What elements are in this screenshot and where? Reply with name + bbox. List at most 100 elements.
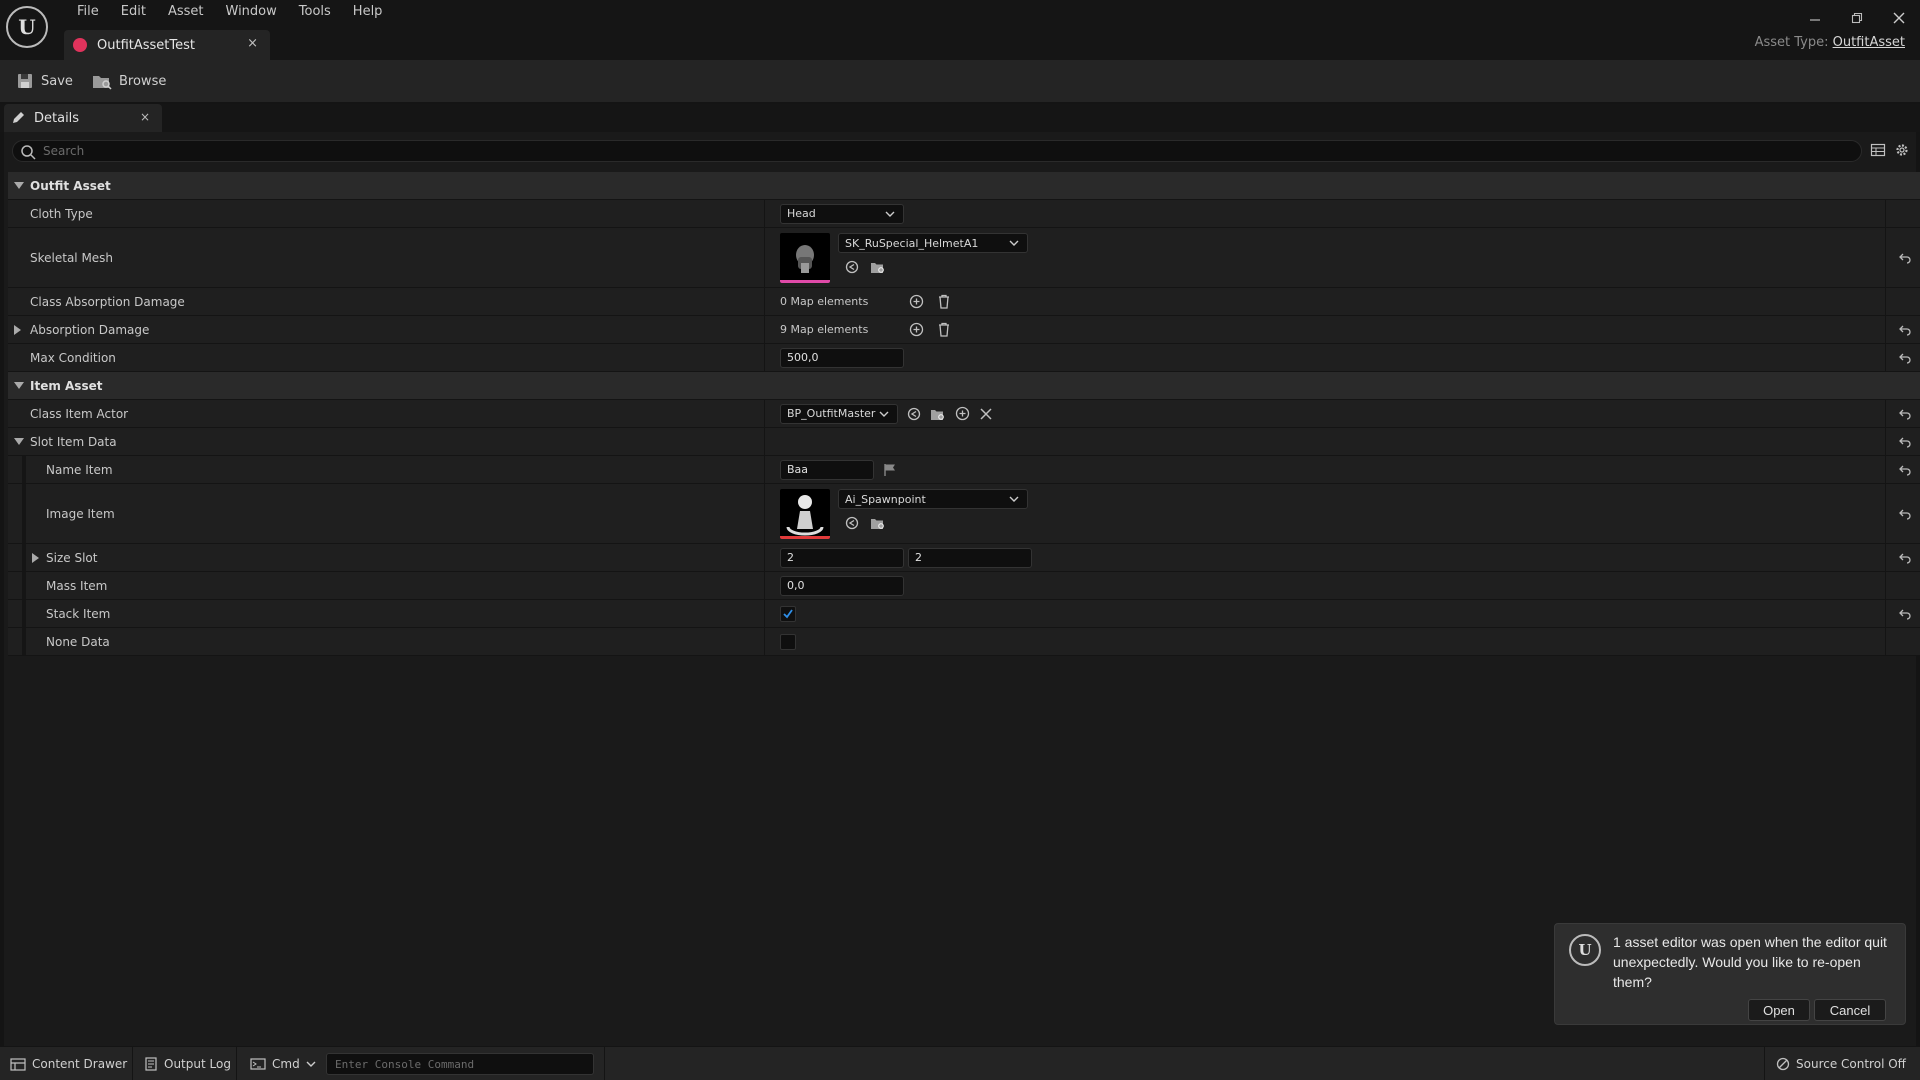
expand-arrow-icon[interactable] xyxy=(14,325,21,335)
use-selected-button[interactable] xyxy=(844,259,860,275)
use-selected-button[interactable] xyxy=(906,406,922,422)
size-slot-x-input[interactable]: 2 xyxy=(780,547,904,568)
empty-map-button[interactable] xyxy=(936,322,952,338)
console-command-field xyxy=(326,1053,594,1075)
category-item-asset[interactable]: Item Asset xyxy=(8,372,1920,400)
crash-recovery-notification: U 1 asset editor was open when the edito… xyxy=(1554,923,1906,1025)
use-selected-icon xyxy=(845,516,859,530)
browse-asset-button[interactable] xyxy=(870,515,886,531)
size-slot-y-input[interactable]: 2 xyxy=(908,547,1032,568)
reset-to-default-icon[interactable] xyxy=(1898,608,1912,620)
restore-button[interactable] xyxy=(1843,8,1871,28)
close-icon xyxy=(1893,12,1905,24)
chevron-down-icon xyxy=(885,211,895,217)
menu-tools[interactable]: Tools xyxy=(288,4,342,22)
console-input[interactable] xyxy=(327,1054,593,1074)
new-blueprint-button[interactable] xyxy=(954,406,970,422)
property-label: Slot Item Data xyxy=(30,435,117,449)
property-label: Class Absorption Damage xyxy=(30,295,185,309)
reset-to-default-icon[interactable] xyxy=(1898,408,1912,420)
output-log-button[interactable]: Output Log xyxy=(144,1047,231,1080)
browse-asset-button[interactable] xyxy=(870,259,886,275)
menu-asset[interactable]: Asset xyxy=(157,4,215,22)
property-none-data: None Data xyxy=(8,628,1920,656)
property-matrix-button[interactable] xyxy=(1870,142,1888,160)
browse-asset-button[interactable] xyxy=(930,406,946,422)
max-condition-input[interactable]: 500,0 xyxy=(780,347,904,368)
property-slot-item-data: Slot Item Data xyxy=(8,428,1920,456)
image-item-thumbnail[interactable] xyxy=(780,489,830,539)
name-item-input[interactable]: Baa xyxy=(780,459,874,480)
search-input[interactable] xyxy=(43,143,1843,159)
menu-file[interactable]: File xyxy=(66,4,110,22)
use-selected-icon xyxy=(907,407,921,420)
empty-map-button[interactable] xyxy=(936,294,952,310)
property-size-slot: Size Slot 2 2 xyxy=(8,544,1920,572)
property-label: Absorption Damage xyxy=(30,323,150,337)
collapse-arrow-icon[interactable] xyxy=(14,182,24,189)
reset-to-default-icon[interactable] xyxy=(1898,508,1912,520)
tab-details[interactable]: Details × xyxy=(4,104,162,132)
close-window-button[interactable] xyxy=(1885,8,1913,28)
collapse-arrow-icon[interactable] xyxy=(14,382,24,389)
map-count: 9 Map elements xyxy=(780,323,869,336)
minimize-button[interactable] xyxy=(1801,8,1829,28)
asset-type-link[interactable]: OutfitAsset xyxy=(1833,35,1905,50)
skeletal-mesh-thumbnail[interactable] xyxy=(780,233,830,283)
add-element-button[interactable] xyxy=(908,322,924,338)
category-outfit-asset[interactable]: Outfit Asset xyxy=(8,172,1920,200)
cancel-button[interactable]: Cancel xyxy=(1814,999,1886,1021)
mass-item-input[interactable]: 0,0 xyxy=(780,575,904,596)
checkmark-icon xyxy=(783,608,793,618)
browse-button[interactable]: Browse xyxy=(92,70,166,92)
chevron-down-icon xyxy=(1009,240,1019,246)
reset-to-default-icon[interactable] xyxy=(1898,464,1912,476)
localization-flag-button[interactable] xyxy=(882,462,898,478)
source-control-label: Source Control Off xyxy=(1796,1057,1906,1071)
image-item-picker[interactable]: Ai_Spawnpoint xyxy=(838,489,1028,509)
add-element-button[interactable] xyxy=(908,294,924,310)
expand-arrow-icon[interactable] xyxy=(32,553,39,563)
add-circle-icon xyxy=(909,294,923,309)
browse-folder-icon xyxy=(871,519,884,529)
none-data-checkbox[interactable] xyxy=(780,633,796,650)
tab-outfit-asset-test[interactable]: OutfitAssetTest × xyxy=(64,30,270,60)
clear-button[interactable] xyxy=(978,406,994,422)
save-button[interactable]: Save xyxy=(16,70,73,92)
menu-edit[interactable]: Edit xyxy=(110,4,157,22)
reset-to-default-icon[interactable] xyxy=(1898,352,1912,364)
use-selected-button[interactable] xyxy=(844,515,860,531)
menu-bar: File Edit Asset Window Tools Help xyxy=(66,4,393,22)
settings-button[interactable] xyxy=(1894,142,1912,160)
menu-help[interactable]: Help xyxy=(342,4,394,22)
tab-close-button[interactable]: × xyxy=(247,36,258,51)
details-close-button[interactable]: × xyxy=(140,110,150,124)
unreal-logo-icon[interactable]: U xyxy=(6,6,48,48)
details-tab-label: Details xyxy=(34,110,80,126)
content-drawer-button[interactable]: Content Drawer xyxy=(10,1047,127,1080)
property-label: Cloth Type xyxy=(30,207,93,221)
terminal-icon xyxy=(250,1058,266,1070)
content-drawer-label: Content Drawer xyxy=(32,1057,128,1071)
reset-to-default-icon[interactable] xyxy=(1898,252,1912,264)
asset-color-icon xyxy=(73,38,87,52)
property-absorption-damage: Absorption Damage 9 Map elements xyxy=(8,316,1920,344)
reset-to-default-icon[interactable] xyxy=(1898,324,1912,336)
open-button[interactable]: Open xyxy=(1748,999,1810,1021)
reset-to-default-icon[interactable] xyxy=(1898,436,1912,448)
cloth-type-dropdown[interactable]: Head xyxy=(780,203,904,224)
cmd-dropdown[interactable]: Cmd xyxy=(250,1047,316,1080)
reset-to-default-icon[interactable] xyxy=(1898,552,1912,564)
class-item-actor-picker[interactable]: BP_OutfitMaster xyxy=(780,403,898,424)
minimize-icon xyxy=(1810,19,1820,21)
browse-folder-icon xyxy=(931,409,944,420)
stack-item-checkbox[interactable] xyxy=(780,605,796,622)
source-control-button[interactable]: Source Control Off xyxy=(1776,1047,1906,1080)
property-image-item: Image Item Ai_Spawnpoint xyxy=(8,484,1920,544)
skeletal-mesh-picker[interactable]: SK_RuSpecial_HelmetA1 xyxy=(838,233,1028,253)
spawnpoint-texture-icon xyxy=(786,495,824,536)
collapse-arrow-icon[interactable] xyxy=(14,438,24,445)
chevron-down-icon xyxy=(306,1061,316,1067)
property-label: Skeletal Mesh xyxy=(30,251,114,265)
menu-window[interactable]: Window xyxy=(215,4,288,22)
